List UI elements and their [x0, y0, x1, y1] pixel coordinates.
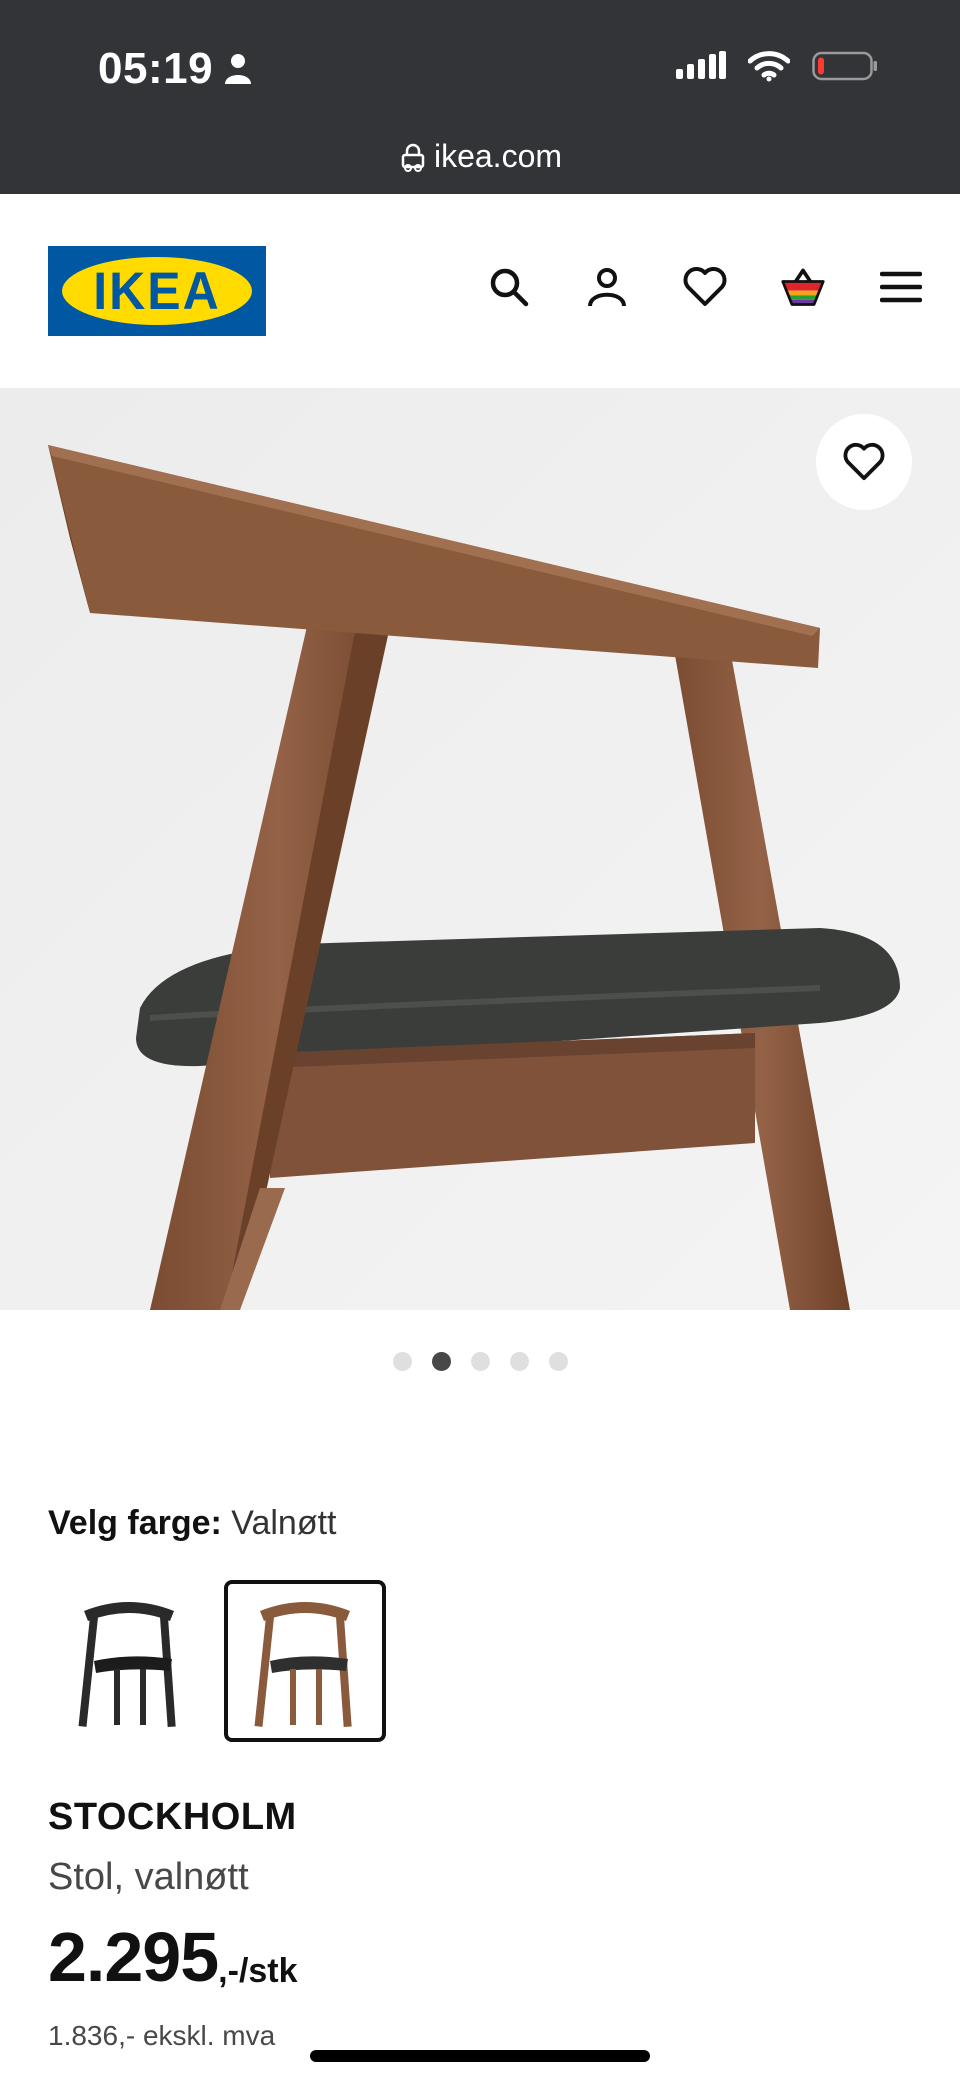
cart-button[interactable] [780, 264, 826, 310]
color-swatches [48, 1580, 386, 1742]
carousel-dot-active[interactable] [431, 1352, 451, 1371]
product-description: Stol, valnøtt [48, 1856, 249, 1898]
heart-icon [843, 442, 885, 481]
price-suffix: ,-/stk [218, 1952, 298, 1990]
account-icon [588, 268, 626, 307]
time-text: 05:19 [98, 44, 214, 93]
menu-button[interactable] [878, 264, 924, 310]
status-icons [676, 50, 878, 82]
search-icon [490, 268, 529, 307]
carousel-dots [0, 1352, 960, 1371]
carousel-dot[interactable] [509, 1352, 529, 1371]
product-name: STOCKHOLM [48, 1796, 297, 1838]
color-label-value: Valnøtt [231, 1504, 337, 1542]
url-text: ikea.com [433, 138, 563, 174]
color-label-key: Velg farge: [48, 1504, 222, 1542]
product-image-carousel[interactable] [0, 388, 960, 1310]
walnut-chair-thumbnail [254, 1602, 352, 1728]
carousel-dot[interactable] [548, 1352, 568, 1371]
cart-icon [781, 268, 825, 306]
site-header: IKEA [0, 194, 960, 388]
logo-oval: IKEA [62, 257, 252, 325]
ikea-logo[interactable]: IKEA [48, 246, 266, 336]
heart-icon [683, 267, 727, 306]
search-button[interactable] [486, 264, 532, 310]
header-nav [486, 264, 924, 310]
signal-icon [676, 51, 726, 79]
chair-photo [0, 388, 960, 1310]
black-chair-thumbnail [78, 1602, 176, 1728]
account-button[interactable] [584, 264, 630, 310]
address-bar[interactable]: ikea.com [0, 138, 960, 175]
favourite-image-button[interactable] [816, 414, 912, 510]
price: 2.295 ,-/stk [48, 1922, 298, 1992]
logo-text: IKEA [93, 261, 221, 321]
color-selection-label: Velg farge: Valnøtt [48, 1504, 336, 1543]
menu-icon [880, 271, 922, 303]
price-ex-vat: 1.836,- ekskl. mva [48, 2020, 276, 2051]
carousel-dot[interactable] [470, 1352, 490, 1371]
swatch-walnut[interactable] [224, 1580, 386, 1742]
favourites-button[interactable] [682, 264, 728, 310]
battery-icon [812, 51, 877, 81]
wifi-icon [748, 51, 790, 82]
person-icon [225, 54, 252, 84]
browser-top-bar: 05:19 ikea.com [0, 0, 960, 194]
price-main: 2.295 [48, 1918, 219, 1996]
home-indicator [310, 2050, 650, 2062]
carousel-dot[interactable] [392, 1352, 412, 1371]
status-time: 05:19 [98, 44, 253, 94]
lock-icon [401, 143, 425, 172]
swatch-black[interactable] [48, 1580, 210, 1742]
